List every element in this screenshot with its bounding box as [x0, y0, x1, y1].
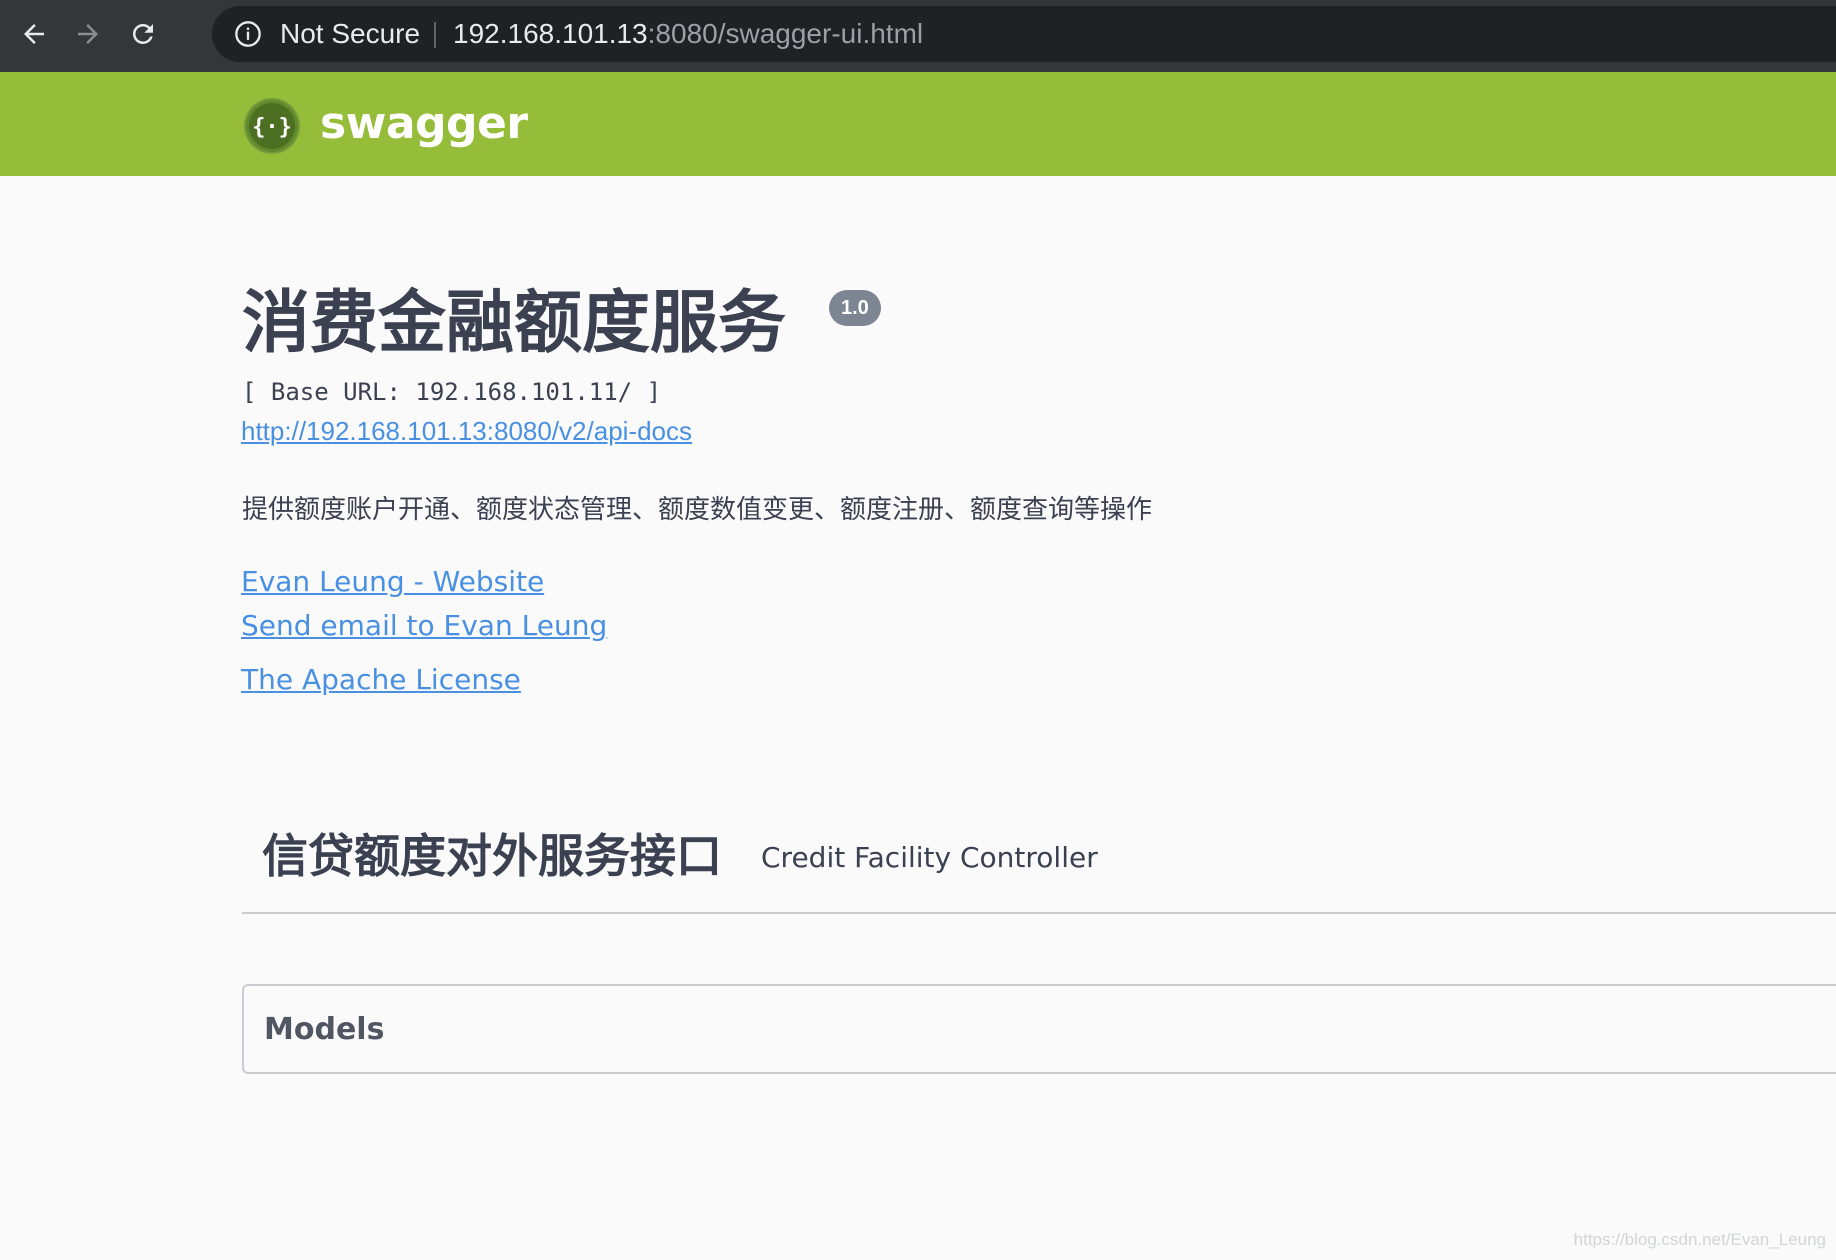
- tag-name[interactable]: 信贷额度对外服务接口: [262, 826, 722, 886]
- swagger-topbar: {·} swagger: [0, 72, 1836, 176]
- arrow-right-icon: [78, 24, 98, 44]
- forward-button[interactable]: [64, 10, 112, 58]
- watermark: https://blog.csdn.net/Evan_Leung: [1573, 1230, 1826, 1249]
- url-path: :8080/swagger-ui.html: [647, 18, 924, 49]
- arrow-left-icon: [24, 24, 44, 44]
- tag-description: Credit Facility Controller: [761, 841, 1098, 874]
- reload-icon: [132, 23, 153, 44]
- license-link[interactable]: The Apache License: [241, 662, 521, 698]
- models-heading[interactable]: Models: [264, 1012, 384, 1048]
- security-status[interactable]: Not Secure: [280, 19, 420, 49]
- info-icon[interactable]: [234, 20, 262, 48]
- api-description: 提供额度账户开通、额度状态管理、额度数值变更、额度注册、额度查询等操作: [242, 495, 1153, 525]
- swagger-logo-text[interactable]: swagger: [320, 98, 528, 150]
- base-url: [ Base URL: 192.168.101.11/ ]: [242, 378, 662, 406]
- address-bar[interactable]: Not Secure 192.168.101.13:8080/swagger-u…: [212, 6, 1836, 62]
- url-text[interactable]: 192.168.101.13:8080/swagger-ui.html: [453, 19, 923, 49]
- contact-email-link[interactable]: Send email to Evan Leung: [241, 608, 607, 644]
- reload-button[interactable]: [119, 10, 167, 58]
- swagger-logo-icon[interactable]: {·}: [243, 97, 301, 155]
- operation-tag-section[interactable]: 信贷额度对外服务接口 Credit Facility Controller: [242, 816, 1836, 914]
- browser-toolbar: Not Secure 192.168.101.13:8080/swagger-u…: [0, 0, 1836, 72]
- address-divider: [434, 22, 436, 48]
- version-badge: 1.0: [829, 290, 881, 326]
- api-title: 消费金融额度服务: [242, 284, 787, 363]
- url-host: 192.168.101.13: [453, 18, 648, 49]
- models-section[interactable]: Models: [242, 984, 1836, 1074]
- svg-text:{·}: {·}: [252, 115, 292, 140]
- back-button[interactable]: [10, 10, 58, 58]
- api-docs-link[interactable]: http://192.168.101.13:8080/v2/api-docs: [241, 414, 692, 448]
- contact-website-link[interactable]: Evan Leung - Website: [241, 564, 544, 600]
